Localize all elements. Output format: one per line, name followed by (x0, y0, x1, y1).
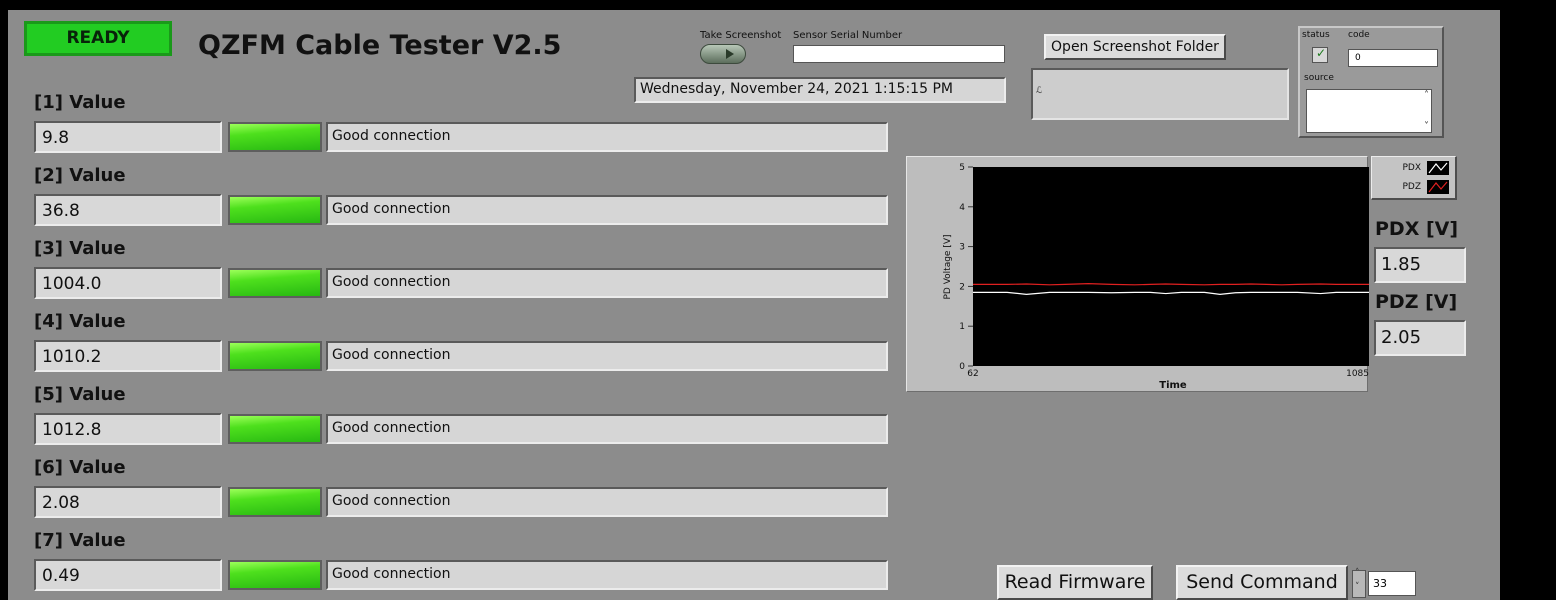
pdx-label: PDX [V] (1375, 218, 1459, 240)
y-tick-label: 4 (959, 203, 965, 213)
channel-label: [1] Value (34, 92, 126, 113)
channel-label: [6] Value (34, 457, 126, 478)
x-tick-label: 62 (967, 369, 978, 379)
series-line-pdz (973, 283, 1369, 286)
path-icon: ℒ (1036, 86, 1043, 96)
connection-led (228, 268, 322, 298)
y-tick-label: 3 (959, 243, 965, 253)
command-input[interactable]: 33 (1368, 571, 1416, 596)
error-cluster: status code ✓ 0 source ˄ ˅ (1298, 26, 1444, 138)
send-command-button[interactable]: Send Command (1176, 565, 1348, 600)
y-tick-label: 5 (959, 163, 965, 173)
serial-number-input[interactable] (793, 45, 1005, 63)
legend-pdz-swatch (1427, 180, 1449, 194)
read-firmware-button[interactable]: Read Firmware (997, 565, 1153, 600)
channel-value: 1012.8 (34, 413, 222, 445)
y-tick-label: 2 (959, 282, 965, 292)
legend-pdz: PDZ (1402, 180, 1449, 194)
chart-y-label: PD Voltage [V] (943, 234, 953, 299)
channel-value: 9.8 (34, 121, 222, 153)
connection-status: Good connection (326, 414, 888, 444)
connection-status: Good connection (326, 560, 888, 590)
connection-led (228, 560, 322, 590)
legend-pdz-label: PDZ (1402, 182, 1421, 192)
channel-value: 0.49 (34, 559, 222, 591)
command-spinner[interactable]: ˄ ˅ (1352, 568, 1366, 598)
channel-label: [2] Value (34, 165, 126, 186)
decrement-icon[interactable]: ˅ (1355, 582, 1360, 592)
source-field[interactable]: ˄ ˅ (1306, 89, 1432, 133)
screenshot-folder-path: ℒ (1031, 68, 1289, 120)
ready-indicator: READY (24, 21, 172, 56)
channel-label: [4] Value (34, 311, 126, 332)
connection-status: Good connection (326, 341, 888, 371)
status-label: status (1302, 30, 1330, 40)
channel-value: 36.8 (34, 194, 222, 226)
source-label: source (1304, 73, 1334, 83)
channel-label: [3] Value (34, 238, 126, 259)
connection-led (228, 414, 322, 444)
plot-area (973, 167, 1369, 366)
channel-value: 1010.2 (34, 340, 222, 372)
connection-led (228, 122, 322, 152)
chart-svg: 0 1 2 3 4 5 62 1085 Time PD Voltage [V] (943, 163, 1369, 391)
connection-status: Good connection (326, 122, 888, 152)
channel-value: 1004.0 (34, 267, 222, 299)
connection-status: Good connection (326, 195, 888, 225)
connection-status: Good connection (326, 268, 888, 298)
channel-label: [5] Value (34, 384, 126, 405)
connection-led (228, 341, 322, 371)
chart-legend: PDX PDZ (1371, 156, 1457, 200)
increment-icon[interactable]: ˄ (1355, 568, 1360, 578)
scroll-up-icon[interactable]: ˄ (1424, 90, 1429, 101)
status-checkbox[interactable]: ✓ (1312, 46, 1328, 63)
pdz-value: 2.05 (1374, 320, 1466, 356)
app-title: QZFM Cable Tester V2.5 (198, 30, 562, 61)
waveform-chart: 0 1 2 3 4 5 62 1085 Time PD Voltage [V] (906, 156, 1369, 392)
y-tick-label: 0 (959, 362, 965, 372)
scroll-down-icon[interactable]: ˅ (1424, 121, 1429, 132)
open-screenshot-folder-button[interactable]: Open Screenshot Folder (1044, 34, 1226, 60)
connection-status: Good connection (326, 487, 888, 517)
legend-pdx: PDX (1402, 161, 1449, 175)
serial-number-label: Sensor Serial Number (793, 30, 903, 41)
legend-pdx-swatch (1427, 161, 1449, 175)
channel-value: 2.08 (34, 486, 222, 518)
datetime-display: Wednesday, November 24, 2021 1:15:15 PM (634, 77, 1006, 103)
connection-led (228, 487, 322, 517)
code-label: code (1348, 30, 1370, 40)
check-icon: ✓ (1316, 46, 1327, 60)
legend-pdx-label: PDX (1402, 163, 1421, 173)
x-tick-label: 1085 (1346, 369, 1369, 379)
pdz-label: PDZ [V] (1375, 291, 1458, 313)
pdx-value: 1.85 (1374, 247, 1466, 283)
channel-label: [7] Value (34, 530, 126, 551)
take-screenshot-label: Take Screenshot (700, 30, 782, 41)
take-screenshot-toggle[interactable] (700, 44, 746, 64)
chart-x-label: Time (1159, 380, 1187, 391)
code-field[interactable]: 0 (1348, 49, 1438, 67)
y-tick-label: 1 (959, 322, 965, 332)
connection-led (228, 195, 322, 225)
